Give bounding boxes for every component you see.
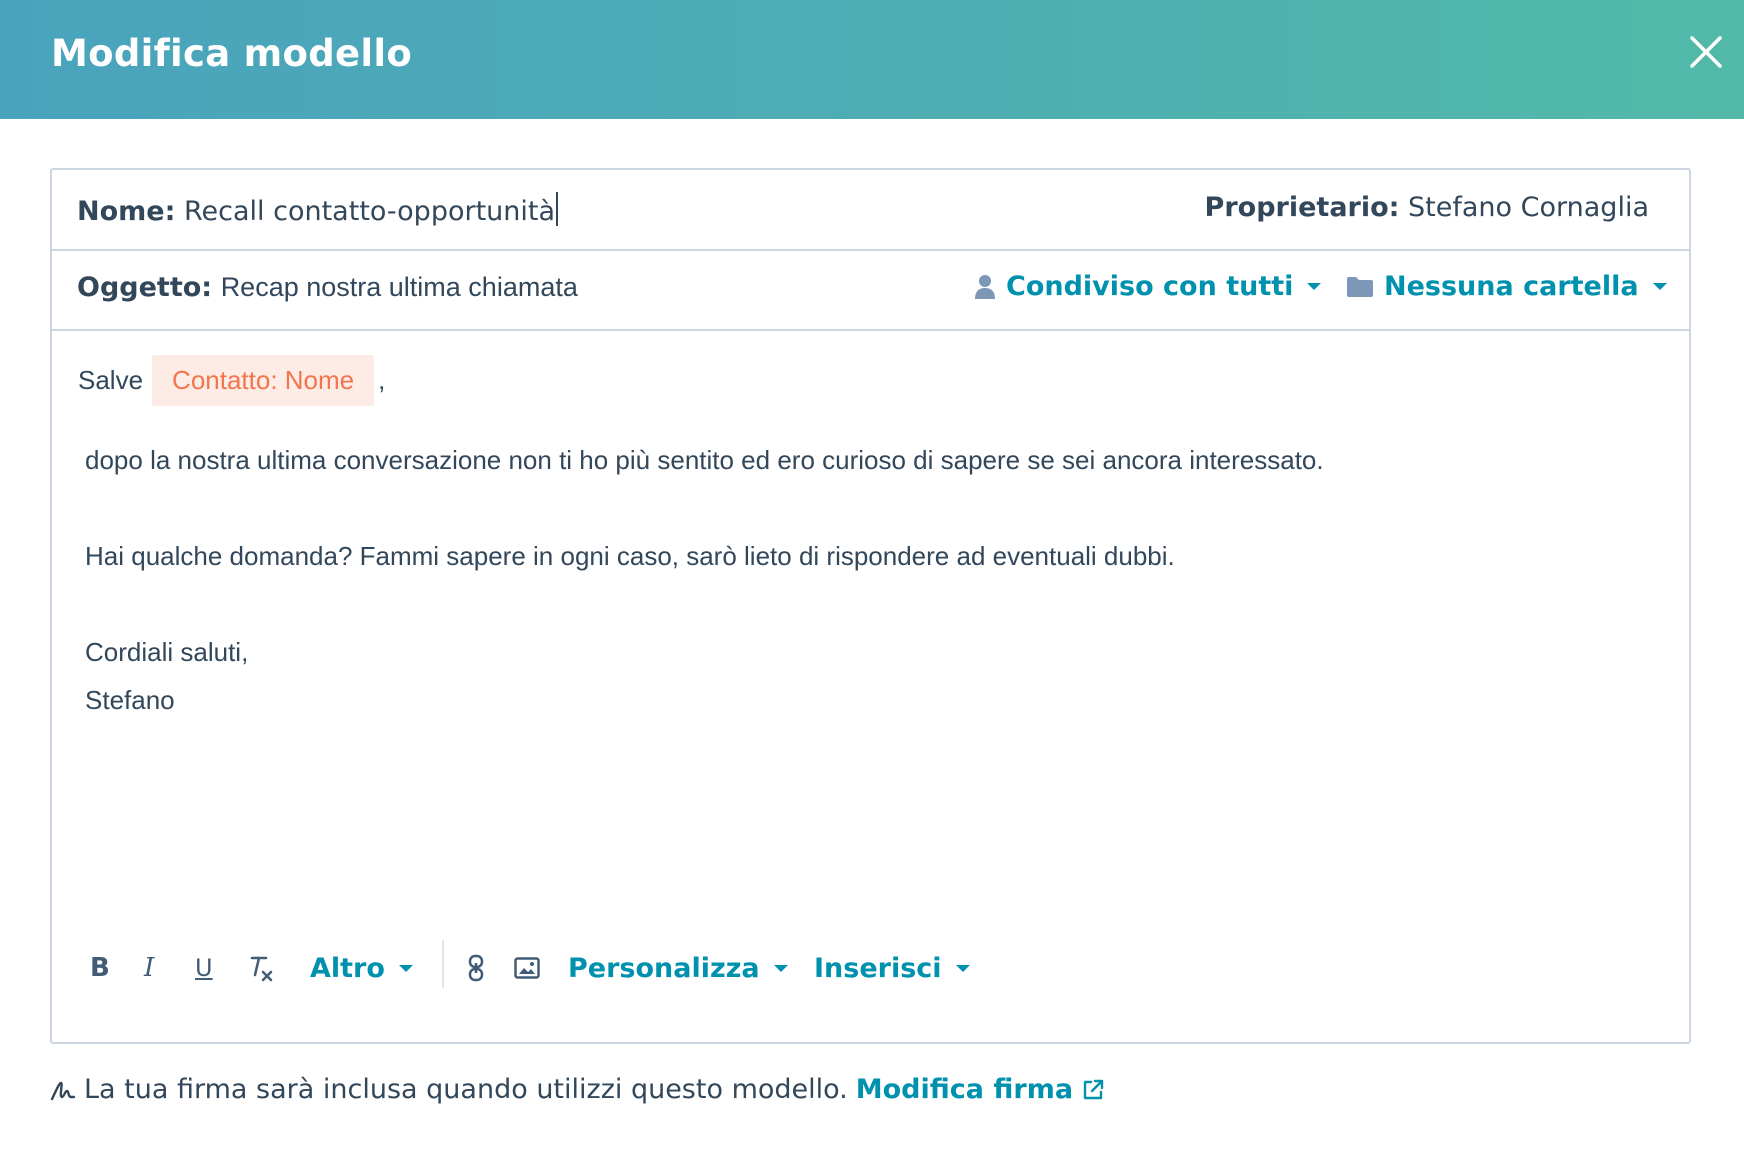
folder-icon (1347, 276, 1373, 297)
chevron-down-icon (773, 964, 788, 972)
link-icon (468, 954, 484, 982)
email-body-editor[interactable]: Salve Contatto: Nome , dopo la nostra ul… (52, 331, 1689, 931)
name-label: Nome: (77, 196, 176, 227)
modal-title: Modifica modello (51, 32, 413, 75)
more-label: Altro (310, 952, 385, 984)
toolbar-divider (442, 940, 444, 988)
link-button[interactable] (468, 940, 484, 996)
greeting-text: Salve (78, 365, 144, 395)
italic-icon: I (144, 953, 155, 983)
chevron-down-icon (1307, 283, 1322, 290)
subject-row: Oggetto: Recap nostra ultima chiamata Co… (52, 251, 1689, 331)
template-editor-card: Nome: Recall contatto-opportunità Propri… (50, 168, 1691, 1044)
owner-label: Proprietario: (1204, 192, 1400, 223)
subject-field[interactable]: Oggetto: Recap nostra ultima chiamata (77, 272, 578, 303)
user-icon (975, 274, 995, 299)
folder-label: Nessuna cartella (1384, 271, 1639, 302)
bold-button[interactable]: B (90, 940, 110, 996)
text-caret (556, 192, 559, 226)
name-row: Nome: Recall contatto-opportunità Propri… (52, 170, 1689, 251)
insert-label: Inserisci (814, 952, 942, 984)
sharing-dropdown[interactable]: Condiviso con tutti (974, 271, 1322, 302)
signature-name: Stefano (85, 685, 175, 715)
closing-text: Cordiali saluti, (85, 637, 249, 667)
folder-dropdown[interactable]: Nessuna cartella (1346, 271, 1667, 302)
edit-signature-link[interactable]: Modifica firma (856, 1074, 1105, 1105)
signature-icon (50, 1081, 76, 1100)
owner-value: Stefano Cornaglia (1408, 192, 1649, 223)
clear-formatting-icon (250, 956, 273, 982)
edit-signature-label: Modifica firma (855, 1074, 1074, 1105)
name-field[interactable]: Nome: Recall contatto-opportunità (77, 192, 559, 227)
chevron-down-icon (955, 964, 970, 972)
greeting-line: Salve Contatto: Nome , (78, 355, 385, 406)
greeting-comma: , (378, 365, 386, 395)
subject-label: Oggetto: (77, 272, 213, 303)
italic-button[interactable]: I (144, 940, 154, 996)
modal-header: Modifica modello (0, 0, 1744, 119)
external-link-icon (1083, 1079, 1104, 1099)
name-input-value[interactable]: Recall contatto-opportunità (184, 196, 555, 227)
bold-icon: B (90, 953, 110, 983)
signature-note-text: La tua firma sarà inclusa quando utilizz… (84, 1074, 848, 1105)
formatting-toolbar: B I U Altro Personalizza Inserisci (52, 940, 1689, 1010)
personalization-token[interactable]: Contatto: Nome (152, 355, 375, 406)
image-icon (514, 957, 540, 979)
clear-formatting-button[interactable] (248, 940, 276, 996)
underline-icon: U (195, 954, 213, 982)
body-paragraph-1: dopo la nostra ultima conversazione non … (85, 445, 1324, 475)
more-dropdown[interactable]: Altro (310, 940, 413, 996)
close-icon[interactable] (1688, 34, 1724, 70)
personalize-dropdown[interactable]: Personalizza (568, 940, 788, 996)
sharing-label: Condiviso con tutti (1006, 271, 1294, 302)
signature-note: La tua firma sarà inclusa quando utilizz… (50, 1074, 1105, 1105)
image-button[interactable] (514, 940, 540, 996)
chevron-down-icon (1652, 283, 1667, 290)
chevron-down-icon (398, 964, 413, 972)
owner-field: Proprietario: Stefano Cornaglia (1205, 192, 1649, 223)
insert-dropdown[interactable]: Inserisci (814, 940, 970, 996)
body-paragraph-2: Hai qualche domanda? Fammi sapere in ogn… (85, 541, 1175, 571)
personalize-label: Personalizza (568, 952, 760, 984)
subject-input-value[interactable]: Recap nostra ultima chiamata (221, 272, 578, 302)
underline-button[interactable]: U (195, 940, 213, 996)
